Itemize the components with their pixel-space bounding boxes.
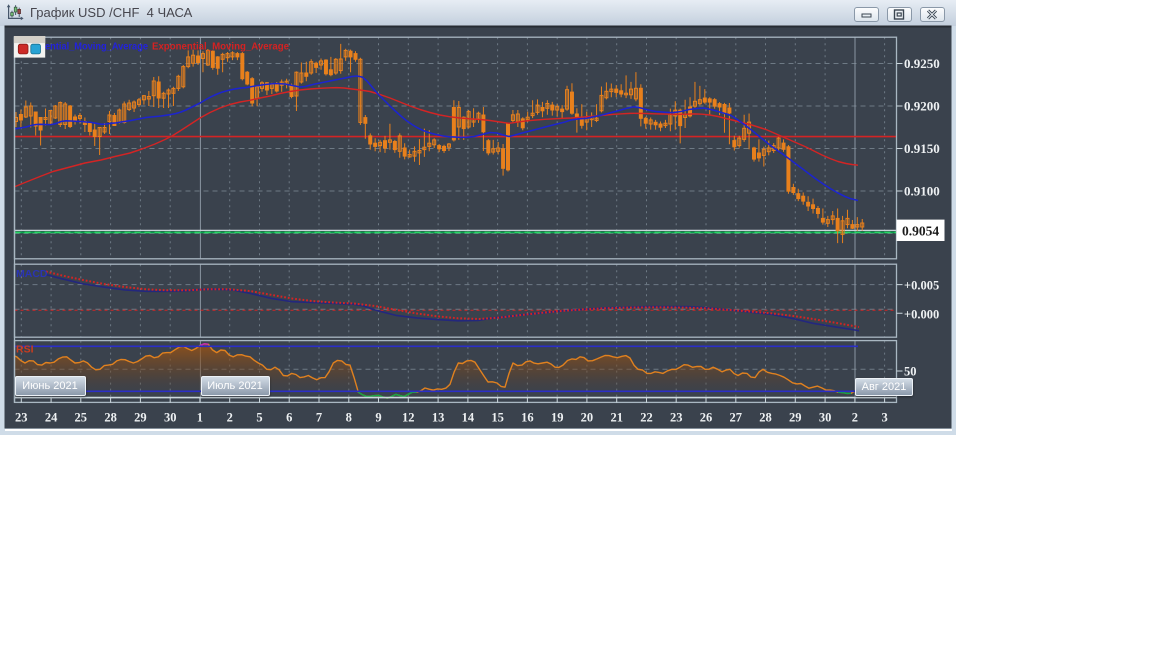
svg-text:7: 7	[316, 411, 322, 425]
svg-text:5: 5	[256, 411, 262, 425]
svg-text:3: 3	[881, 411, 887, 425]
svg-text:0.9250: 0.9250	[904, 56, 940, 71]
svg-text:0.9150: 0.9150	[904, 141, 940, 156]
svg-text:RSI: RSI	[16, 344, 34, 356]
svg-text:13: 13	[432, 411, 445, 425]
svg-text:50: 50	[904, 365, 917, 379]
svg-text:0.9200: 0.9200	[904, 99, 940, 114]
svg-text:20: 20	[581, 411, 594, 425]
svg-text:27: 27	[730, 411, 743, 425]
svg-text:15: 15	[491, 411, 504, 425]
svg-text:+0.005: +0.005	[904, 279, 939, 293]
svg-text:28: 28	[104, 411, 117, 425]
svg-text:19: 19	[551, 411, 564, 425]
svg-text:29: 29	[134, 411, 147, 425]
svg-text:0.9054: 0.9054	[902, 223, 939, 238]
svg-text:22: 22	[640, 411, 653, 425]
svg-text:30: 30	[819, 411, 832, 425]
svg-text:16: 16	[521, 411, 534, 425]
svg-text:Exponential_Moving_Average: Exponential_Moving_Average	[152, 41, 289, 53]
svg-text:9: 9	[375, 411, 381, 425]
svg-text:12: 12	[402, 411, 415, 425]
svg-text:2: 2	[852, 411, 858, 425]
svg-text:6: 6	[286, 411, 292, 425]
svg-text:+0.000: +0.000	[904, 307, 939, 321]
svg-text:1: 1	[197, 411, 203, 425]
svg-text:24: 24	[45, 411, 58, 425]
svg-text:0.9100: 0.9100	[904, 184, 940, 199]
svg-text:21: 21	[610, 411, 623, 425]
svg-text:23: 23	[15, 411, 28, 425]
svg-text:MACD: MACD	[16, 268, 48, 280]
svg-text:25: 25	[75, 411, 88, 425]
svg-text:30: 30	[164, 411, 177, 425]
svg-text:2: 2	[227, 411, 233, 425]
svg-text:ential_Moving_Average: ential_Moving_Average	[45, 41, 148, 53]
svg-text:26: 26	[700, 411, 713, 425]
svg-text:23: 23	[670, 411, 683, 425]
svg-text:29: 29	[789, 411, 802, 425]
svg-text:28: 28	[759, 411, 772, 425]
svg-text:8: 8	[346, 411, 352, 425]
svg-text:14: 14	[462, 411, 475, 425]
